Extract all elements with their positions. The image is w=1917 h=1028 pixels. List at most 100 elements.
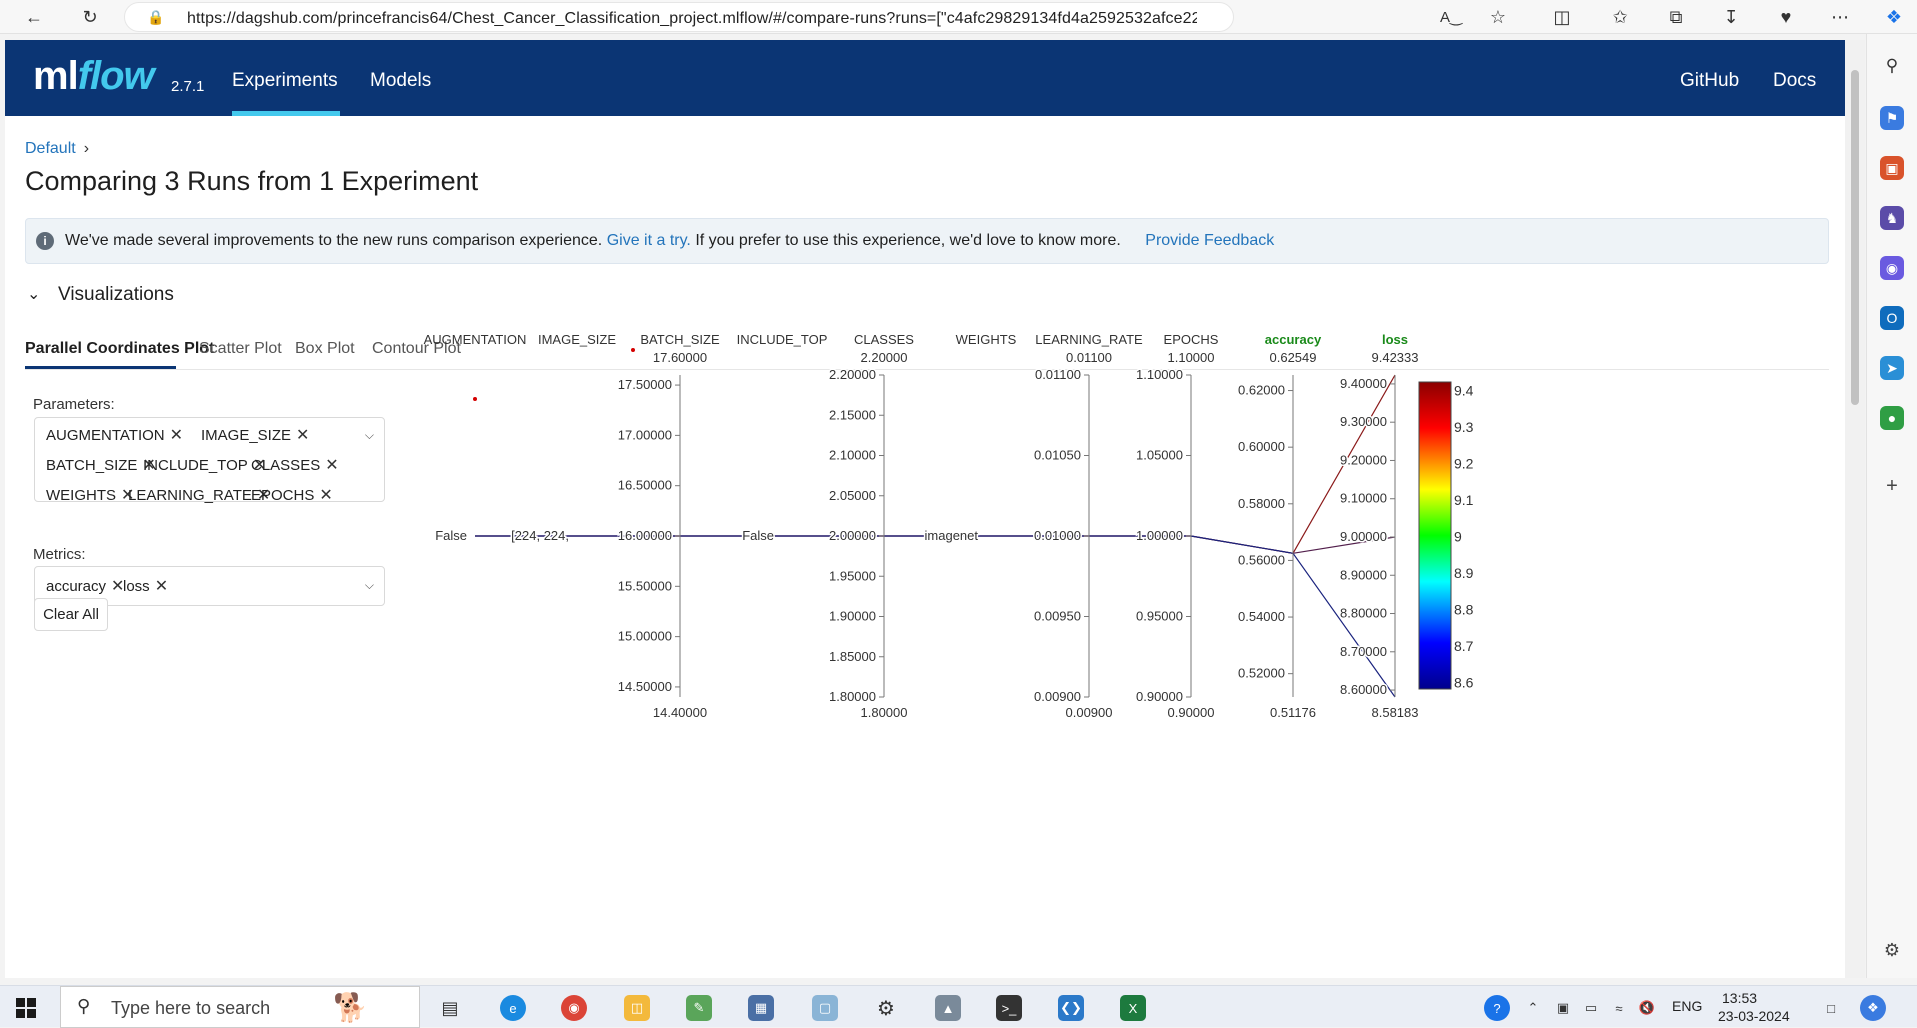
tick-label: 16.50000 — [618, 478, 672, 493]
language-indicator[interactable]: ENG — [1672, 998, 1702, 1014]
shopping-tag-icon[interactable]: ⚑ — [1880, 106, 1904, 130]
edge-sidebar: ⚲ ⚑ ▣ ♞ ◉ O ➤ ● + ⚙ — [1866, 34, 1917, 978]
split-screen-icon[interactable]: ◫ — [1548, 3, 1576, 31]
tick-label: 8.60000 — [1340, 682, 1387, 697]
volume-muted-icon[interactable]: 🔇 — [1634, 995, 1660, 1021]
axis-range-min: 0.51176 — [1270, 705, 1316, 720]
paint-icon[interactable]: ✎ — [686, 995, 712, 1021]
colorbar-tick-label: 8.9 — [1454, 565, 1474, 581]
page-scrollbar[interactable] — [1845, 40, 1865, 978]
battery-icon[interactable]: ▭ — [1578, 995, 1604, 1021]
category-label: imagenet — [925, 528, 979, 543]
axis-label: accuracy — [1265, 332, 1322, 347]
more-menu-icon[interactable]: ⋯ — [1826, 3, 1854, 31]
settings-gear-icon[interactable]: ⚙ — [1880, 938, 1904, 962]
tick-label: 0.58000 — [1238, 496, 1285, 511]
browser-essentials-icon[interactable]: ♥ — [1772, 3, 1800, 31]
url-text[interactable]: https://dagshub.com/princefrancis64/Ches… — [187, 10, 1197, 28]
tick-label: 0.52000 — [1238, 666, 1285, 681]
run-line — [475, 374, 1396, 554]
notifications-icon[interactable]: □ — [1818, 995, 1844, 1021]
colorbar-tick-label: 8.6 — [1454, 674, 1474, 690]
refresh-icon[interactable]: ↻ — [76, 3, 104, 31]
tick-label: 1.80000 — [829, 689, 876, 704]
settings-gear-icon[interactable]: ⚙ — [873, 995, 899, 1021]
tick-label: 9.00000 — [1340, 529, 1387, 544]
favorites-icon[interactable]: ✩ — [1606, 3, 1634, 31]
colorbar-tick-label: 9 — [1454, 528, 1462, 544]
meet-now-icon[interactable]: ▣ — [1550, 995, 1576, 1021]
parallel-coordinates-plot: AUGMENTATION False IMAGE_SIZE [224, 224, BAT… — [424, 332, 1474, 720]
tick-label: 1.10000 — [1136, 367, 1183, 382]
tray-chevron-up-icon[interactable]: ⌃ — [1520, 995, 1546, 1021]
vscode-icon[interactable]: ❮❯ — [1058, 995, 1084, 1021]
tick-label: 0.01000 — [1034, 528, 1081, 543]
tick-label: 2.10000 — [829, 448, 876, 463]
browser-toolbar: ← ↻ 🔒 https://dagshub.com/princefrancis6… — [0, 0, 1917, 34]
taskbar-search[interactable]: ⚲ Type here to search 🐕 — [60, 986, 420, 1028]
file-explorer-icon[interactable]: ◫ — [624, 995, 650, 1021]
axis-range-max: 9.42333 — [1372, 350, 1419, 365]
tick-label: 8.80000 — [1340, 606, 1387, 621]
help-icon[interactable]: ? — [1484, 995, 1510, 1021]
downloads-icon[interactable]: ↧ — [1717, 3, 1745, 31]
tick-label: 1.90000 — [829, 609, 876, 624]
calculator-icon[interactable]: ▦ — [748, 995, 774, 1021]
tick-label: 0.00900 — [1034, 689, 1081, 704]
add-icon[interactable]: + — [1880, 474, 1904, 498]
clock-date[interactable]: 23-03-2024 — [1718, 1008, 1790, 1024]
chrome-browser-icon[interactable]: ◉ — [561, 995, 587, 1021]
scrollbar-thumb[interactable] — [1851, 70, 1859, 405]
category-label: False — [742, 528, 774, 543]
tick-label: 0.01100 — [1035, 367, 1081, 382]
search-icon[interactable]: ⚲ — [1880, 54, 1904, 78]
send-icon[interactable]: ➤ — [1880, 356, 1904, 380]
axis-label: CLASSES — [854, 332, 914, 347]
axis-label: BATCH_SIZE — [640, 332, 720, 347]
axis-range-max: 17.60000 — [653, 350, 707, 365]
games-icon[interactable]: ♞ — [1880, 206, 1904, 230]
read-aloud-icon[interactable]: A‿ — [1437, 3, 1465, 31]
favorite-star-icon[interactable]: ☆ — [1484, 3, 1512, 31]
terminal-icon[interactable]: >_ — [996, 995, 1022, 1021]
colorbar-tick-label: 9.2 — [1454, 455, 1474, 471]
copilot-taskbar-icon[interactable]: ❖ — [1860, 995, 1886, 1021]
photos-icon[interactable]: ▲ — [935, 995, 961, 1021]
edge-browser-icon[interactable]: e — [500, 995, 526, 1021]
copilot-icon[interactable]: ❖ — [1880, 3, 1908, 31]
axis-range-min: 14.40000 — [653, 705, 707, 720]
colorbar-tick-label: 9.4 — [1454, 383, 1474, 399]
tools-briefcase-icon[interactable]: ▣ — [1880, 156, 1904, 180]
lock-icon: 🔒 — [147, 9, 165, 25]
tick-label: 1.95000 — [829, 568, 876, 583]
tick-label: 0.00950 — [1034, 609, 1081, 624]
tick-label: 2.00000 — [829, 528, 876, 543]
address-bar[interactable]: 🔒 https://dagshub.com/princefrancis64/Ch… — [124, 2, 1234, 32]
axis-range-min: 1.80000 — [861, 705, 908, 720]
wifi-icon[interactable]: ≈ — [1606, 995, 1632, 1021]
notepad-icon[interactable]: ▢ — [812, 995, 838, 1021]
dog-illustration-icon: 🐕 — [333, 992, 368, 1023]
task-view-icon[interactable]: ▤ — [437, 995, 463, 1021]
windows-start-icon[interactable] — [16, 998, 36, 1018]
app-icon[interactable]: ● — [1880, 406, 1904, 430]
tick-label: 9.30000 — [1340, 414, 1387, 429]
clock-time[interactable]: 13:53 — [1722, 990, 1757, 1006]
axis-label: WEIGHTS — [956, 332, 1017, 347]
tick-label: 1.05000 — [1136, 448, 1183, 463]
tick-label: 0.90000 — [1136, 689, 1183, 704]
axis-range-min: 8.58183 — [1372, 705, 1419, 720]
axis-range-max: 0.62549 — [1270, 350, 1317, 365]
axis-range-min: 0.00900 — [1066, 705, 1113, 720]
tick-label: 17.50000 — [618, 377, 672, 392]
tick-label: 1.00000 — [1136, 528, 1183, 543]
axis-range-max: 2.20000 — [861, 350, 908, 365]
microsoft365-icon[interactable]: ◉ — [1880, 256, 1904, 280]
tick-label: 9.40000 — [1340, 376, 1387, 391]
collections-icon[interactable]: ⧉ — [1662, 3, 1690, 31]
excel-icon[interactable]: X — [1120, 995, 1146, 1021]
colorbar-tick-label: 8.7 — [1454, 638, 1474, 654]
tick-label: 0.01050 — [1034, 448, 1081, 463]
outlook-icon[interactable]: O — [1880, 306, 1904, 330]
back-icon[interactable]: ← — [20, 3, 48, 31]
